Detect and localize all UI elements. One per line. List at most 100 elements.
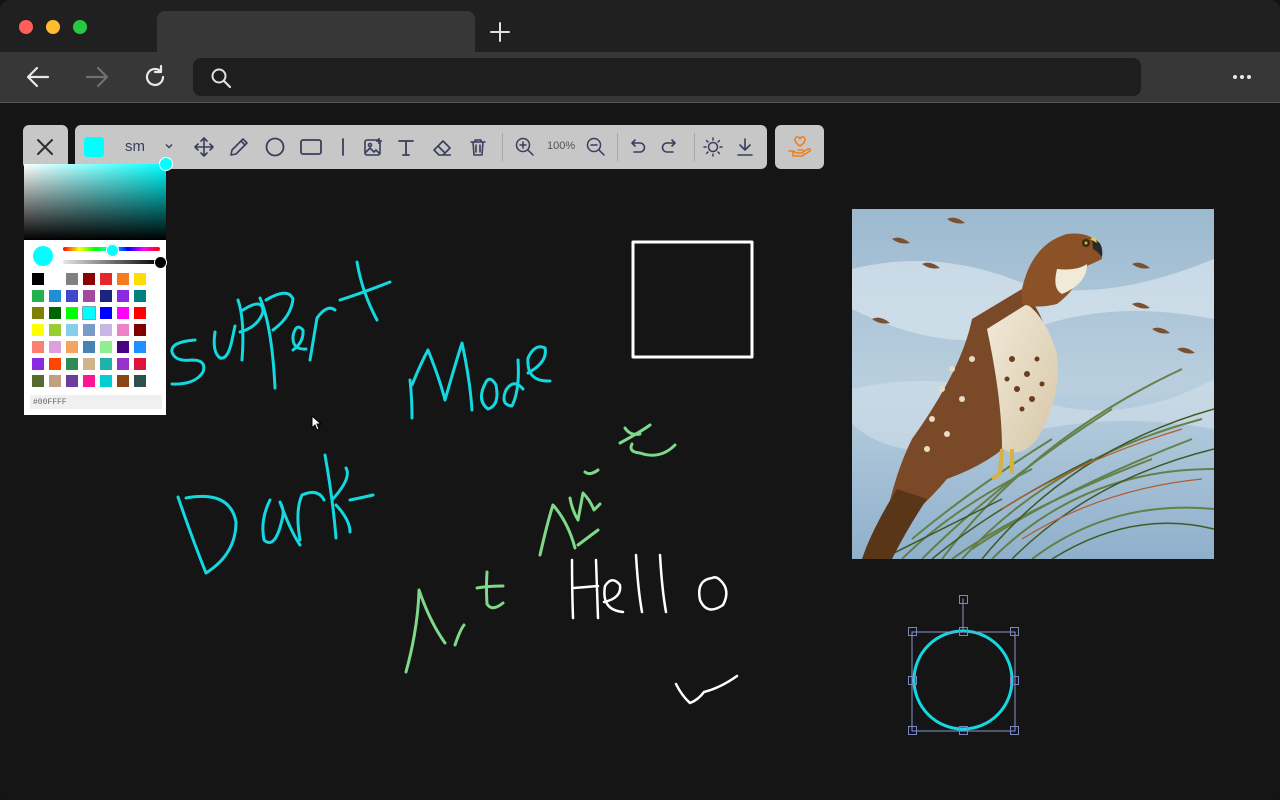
- chevron-down-icon[interactable]: [163, 140, 175, 152]
- preset-swatch[interactable]: [117, 273, 129, 285]
- close-window-button[interactable]: [19, 20, 33, 34]
- forward-arrow-icon[interactable]: [82, 62, 112, 92]
- zoom-in-button[interactable]: [510, 132, 540, 162]
- saturation-panel[interactable]: [24, 164, 166, 240]
- image-tool[interactable]: [359, 132, 389, 162]
- preset-swatch[interactable]: [66, 341, 78, 353]
- alpha-slider[interactable]: [63, 260, 160, 264]
- preset-swatch[interactable]: [66, 324, 78, 336]
- preset-swatch[interactable]: [49, 375, 61, 387]
- plus-icon[interactable]: [486, 18, 514, 46]
- preset-swatch[interactable]: [66, 375, 78, 387]
- theme-toggle[interactable]: [698, 132, 728, 162]
- preset-swatch[interactable]: [82, 306, 96, 320]
- hawk-image[interactable]: [852, 209, 1214, 559]
- preset-swatch[interactable]: [66, 307, 78, 319]
- move-tool[interactable]: [189, 132, 219, 162]
- resize-handle-ne[interactable]: [1010, 627, 1019, 636]
- preset-swatch[interactable]: [32, 307, 44, 319]
- back-arrow-icon[interactable]: [23, 62, 53, 92]
- preset-swatch[interactable]: [134, 324, 146, 336]
- preset-swatch[interactable]: [100, 273, 112, 285]
- preset-swatch[interactable]: [100, 341, 112, 353]
- preset-swatch[interactable]: [134, 290, 146, 302]
- preset-swatch[interactable]: [83, 273, 95, 285]
- preset-swatch[interactable]: [32, 358, 44, 370]
- preset-swatch[interactable]: [32, 341, 44, 353]
- eraser-tool[interactable]: [427, 132, 457, 162]
- preset-swatch[interactable]: [134, 307, 146, 319]
- undo-button[interactable]: [622, 132, 652, 162]
- preset-swatch[interactable]: [66, 290, 78, 302]
- preset-swatch[interactable]: [83, 324, 95, 336]
- address-bar[interactable]: [193, 58, 1141, 98]
- preset-swatch[interactable]: [32, 273, 44, 285]
- preset-swatch[interactable]: [134, 341, 146, 353]
- preset-swatch[interactable]: [66, 358, 78, 370]
- brush-size-select[interactable]: sm: [125, 138, 145, 155]
- maximize-window-button[interactable]: [73, 20, 87, 34]
- preset-swatch[interactable]: [49, 324, 61, 336]
- preset-swatch[interactable]: [100, 324, 112, 336]
- preset-swatch[interactable]: [100, 290, 112, 302]
- preset-swatch[interactable]: [32, 290, 44, 302]
- alpha-slider-handle[interactable]: [154, 256, 167, 269]
- rectangle-tool[interactable]: [296, 132, 326, 162]
- preset-swatch[interactable]: [49, 307, 61, 319]
- image-icon: [364, 138, 382, 156]
- more-menu-icon[interactable]: [1228, 62, 1258, 92]
- donate-button[interactable]: [775, 125, 824, 169]
- preset-swatch[interactable]: [117, 307, 129, 319]
- resize-handle-se[interactable]: [1010, 726, 1019, 735]
- resize-handle-sw[interactable]: [908, 726, 917, 735]
- resize-handle-s[interactable]: [959, 726, 968, 735]
- hex-input[interactable]: [30, 395, 162, 409]
- close-button[interactable]: [23, 125, 68, 169]
- line-tool[interactable]: [328, 132, 358, 162]
- preset-swatch[interactable]: [32, 375, 44, 387]
- preset-swatch[interactable]: [117, 290, 129, 302]
- pencil-tool[interactable]: [224, 132, 254, 162]
- preset-swatch[interactable]: [49, 358, 61, 370]
- download-button[interactable]: [730, 132, 760, 162]
- preset-swatch[interactable]: [49, 341, 61, 353]
- preset-swatch[interactable]: [83, 358, 95, 370]
- zoom-out-button[interactable]: [581, 132, 611, 162]
- zoom-in-icon: [515, 137, 534, 156]
- preset-swatch[interactable]: [117, 341, 129, 353]
- preset-swatch[interactable]: [100, 375, 112, 387]
- delete-tool[interactable]: [463, 132, 493, 162]
- reload-icon[interactable]: [140, 62, 170, 92]
- preset-swatch[interactable]: [32, 324, 44, 336]
- preset-swatch[interactable]: [100, 358, 112, 370]
- theme-icon: [703, 137, 723, 157]
- preset-swatch[interactable]: [100, 307, 112, 319]
- preset-swatch[interactable]: [49, 290, 61, 302]
- preset-swatch[interactable]: [134, 273, 146, 285]
- current-color-swatch[interactable]: [84, 137, 104, 157]
- preset-swatch[interactable]: [117, 324, 129, 336]
- preset-swatch[interactable]: [83, 375, 95, 387]
- preset-swatch[interactable]: [117, 375, 129, 387]
- preset-swatch[interactable]: [66, 273, 78, 285]
- browser-tab[interactable]: [157, 11, 475, 52]
- rotate-handle[interactable]: [959, 595, 968, 604]
- preset-swatch[interactable]: [134, 358, 146, 370]
- resize-handle-n[interactable]: [959, 627, 968, 636]
- text-tool[interactable]: [391, 132, 421, 162]
- redo-button[interactable]: [655, 132, 685, 162]
- drawing-toolbar: sm 100%: [75, 125, 767, 169]
- preset-swatch[interactable]: [117, 358, 129, 370]
- hue-slider-handle[interactable]: [106, 244, 119, 257]
- preset-swatch[interactable]: [134, 375, 146, 387]
- preset-swatch[interactable]: [83, 290, 95, 302]
- preset-swatch[interactable]: [83, 341, 95, 353]
- resize-handle-w[interactable]: [908, 676, 917, 685]
- resize-handle-e[interactable]: [1010, 676, 1019, 685]
- minimize-window-button[interactable]: [46, 20, 60, 34]
- saturation-handle[interactable]: [159, 157, 173, 171]
- resize-handle-nw[interactable]: [908, 627, 917, 636]
- circle-tool[interactable]: [260, 132, 290, 162]
- preset-swatch[interactable]: [49, 273, 61, 285]
- address-input[interactable]: [239, 58, 1123, 98]
